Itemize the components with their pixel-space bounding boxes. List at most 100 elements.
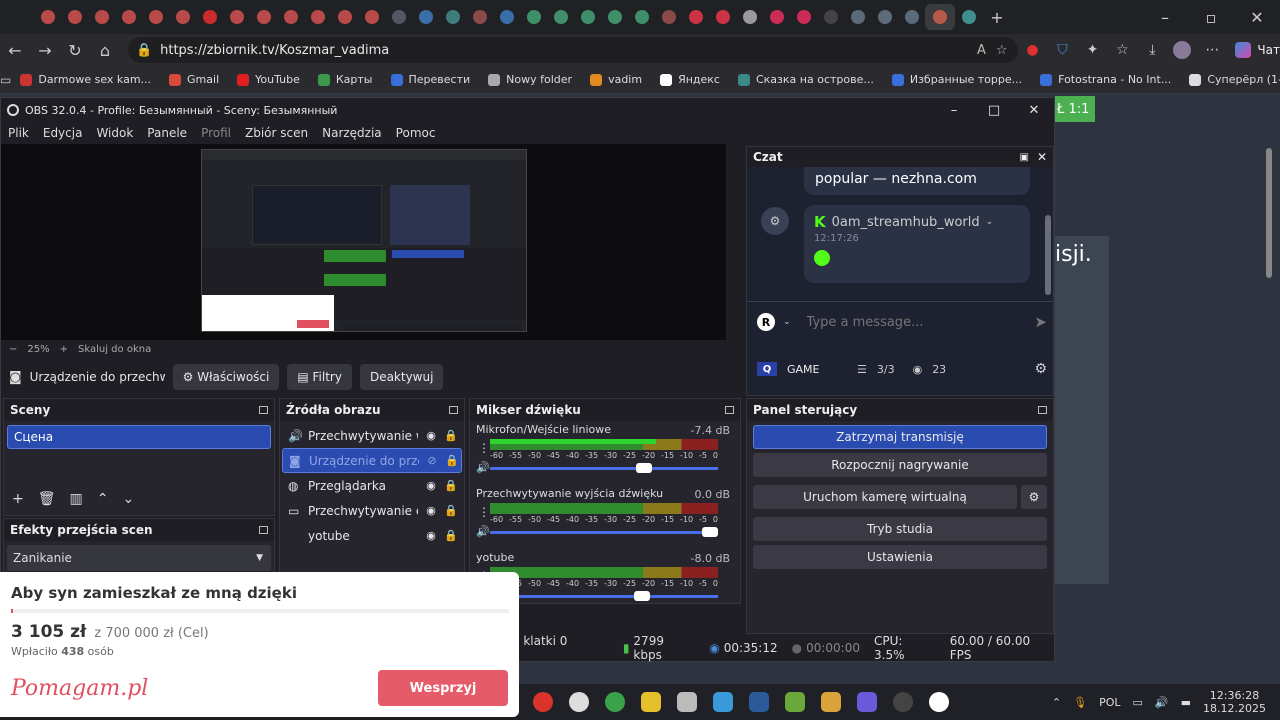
speaker-icon[interactable]: 🔊 <box>476 525 490 538</box>
browser-tab[interactable] <box>34 4 61 30</box>
lock-icon[interactable]: 🔒 <box>444 504 458 517</box>
bookmark-item[interactable]: Gmail <box>160 73 228 86</box>
browser-tab[interactable] <box>574 4 601 30</box>
bookmark-item[interactable]: Darmowe sex kam... <box>11 73 160 86</box>
lock-icon[interactable]: 🔒 <box>444 479 458 492</box>
remove-scene-button[interactable]: 🗑 <box>38 491 56 507</box>
yandex-browser-icon[interactable] <box>921 687 957 717</box>
scene-item[interactable]: Сцена <box>7 425 271 449</box>
fader-handle[interactable] <box>635 463 652 473</box>
fader-handle[interactable] <box>702 527 718 537</box>
virtual-camera-settings-gear-icon[interactable]: ⚙ <box>1021 485 1047 509</box>
menu-item[interactable]: Edycja <box>36 126 90 140</box>
scene-filters-button[interactable]: ▥ <box>70 491 83 507</box>
move-up-button[interactable]: ⌃ <box>97 491 109 507</box>
zoom-out-button[interactable]: − <box>9 344 17 355</box>
browser-tab[interactable] <box>358 4 385 30</box>
browser-tab[interactable] <box>844 4 871 30</box>
zoom-fit-label[interactable]: Skaluj do okna <box>78 344 151 355</box>
source-item[interactable]: ▭ Przechwytywanie ekra ◉ 🔒 <box>282 498 462 523</box>
support-button[interactable]: Wesprzyj <box>378 670 508 706</box>
bookmark-item[interactable]: Сказка на острове... <box>729 73 883 86</box>
browser-tab[interactable] <box>331 4 358 30</box>
forward-icon[interactable]: → <box>30 35 60 65</box>
channel-menu-icon[interactable]: ⋮ <box>478 505 490 519</box>
lock-icon[interactable]: 🔒 <box>445 454 459 467</box>
browser-tab[interactable] <box>763 4 790 30</box>
bookmark-item[interactable]: vadim <box>581 73 651 86</box>
settings-button[interactable]: Ustawienia <box>753 545 1047 569</box>
browser-tab[interactable] <box>196 4 223 30</box>
browser-tab[interactable] <box>250 4 277 30</box>
deactivate-button[interactable]: Deaktywuj <box>359 364 444 390</box>
menu-item[interactable]: Pomoc <box>389 126 443 140</box>
volume-fader[interactable] <box>490 463 718 473</box>
steam-icon[interactable] <box>741 687 777 717</box>
url-field[interactable]: 🔒 https://zbiornik.tv/Koszmar_vadima A ☆ <box>127 37 1018 63</box>
collections-icon[interactable]: ▭ <box>0 65 11 95</box>
bookmark-item[interactable]: Яндекс <box>651 73 729 86</box>
favorite-star-icon[interactable]: ☆ <box>996 43 1008 58</box>
bookmark-item[interactable]: Карты <box>309 73 382 86</box>
browser-tab[interactable] <box>955 4 982 30</box>
source-item[interactable]: ◙ Urządzenie do przech ⊘ 🔒 <box>282 448 462 473</box>
menu-item[interactable]: Widok <box>89 126 140 140</box>
box-app-icon[interactable] <box>669 687 705 717</box>
eye-icon[interactable]: ◉ <box>424 529 438 542</box>
browser-tab[interactable] <box>88 4 115 30</box>
tray-chevron-icon[interactable]: ⌃ <box>1052 696 1061 709</box>
volume-fader[interactable] <box>490 527 718 537</box>
browser-tab[interactable] <box>61 4 88 30</box>
browser-tab[interactable] <box>493 4 520 30</box>
browser-tab[interactable] <box>466 4 493 30</box>
browser-tab[interactable] <box>223 4 250 30</box>
volume-icon[interactable]: 🔊 <box>1155 696 1169 709</box>
app-icon[interactable] <box>561 687 597 717</box>
webpage-scrollbar[interactable] <box>1266 148 1272 278</box>
move-down-button[interactable]: ⌄ <box>122 491 134 507</box>
zoom-in-button[interactable]: + <box>60 344 68 355</box>
profile-avatar[interactable] <box>1167 41 1197 59</box>
browser-tab[interactable] <box>601 4 628 30</box>
properties-button[interactable]: ⚙ Właściwości <box>172 364 280 390</box>
stop-stream-button[interactable]: Zatrzymaj transmisję <box>753 425 1047 449</box>
star-app-icon[interactable] <box>633 687 669 717</box>
minimize-browser-button[interactable]: – <box>1142 2 1188 32</box>
maximize-browser-button[interactable]: ▫ <box>1188 2 1234 32</box>
photos-icon[interactable] <box>705 687 741 717</box>
new-tab-button[interactable]: + <box>982 2 1012 32</box>
close-icon[interactable]: ✕ <box>1037 150 1047 164</box>
browser-tab[interactable] <box>682 4 709 30</box>
chat-scrollbar[interactable] <box>1045 215 1051 295</box>
source-item[interactable]: yotube ◉ 🔒 <box>282 523 462 548</box>
studio-mode-button[interactable]: Tryb studia <box>753 517 1047 541</box>
browser-tab[interactable] <box>115 4 142 30</box>
eye-hidden-icon[interactable]: ⊘ <box>425 454 439 467</box>
browser-tab[interactable] <box>547 4 574 30</box>
bookmark-item[interactable]: Fotostrana - No Int... <box>1031 73 1180 86</box>
browser-tab[interactable] <box>817 4 844 30</box>
transition-select[interactable]: Zanikanie ▼ <box>7 545 271 571</box>
favorites-icon[interactable]: ☆ <box>1107 42 1137 58</box>
chat-settings-gear-icon[interactable]: ⚙ <box>1034 361 1047 377</box>
undock-icon[interactable] <box>259 406 268 414</box>
extensions-icon[interactable]: ✦ <box>1077 42 1107 58</box>
download-icon[interactable]: ⤓ <box>1137 42 1167 58</box>
eye-icon[interactable]: ◉ <box>424 504 438 517</box>
battery-icon[interactable]: ▬ <box>1181 696 1191 709</box>
network-icon[interactable]: ▭ <box>1133 696 1143 709</box>
channel-menu-icon[interactable]: ⋮ <box>478 441 490 455</box>
copilot-chat-button[interactable]: Чат <box>1235 42 1280 58</box>
chrome-icon[interactable] <box>597 687 633 717</box>
undock-icon[interactable] <box>259 526 268 534</box>
bookmark-item[interactable]: Избранные торре... <box>883 73 1031 86</box>
webpage-banner[interactable]: Ł 1:1 <box>1055 96 1095 122</box>
clock[interactable]: 12:36:28 18.12.2025 <box>1203 689 1266 715</box>
eye-icon[interactable]: ◉ <box>424 479 438 492</box>
browser-tab[interactable] <box>790 4 817 30</box>
menu-item[interactable]: Narzędzia <box>315 126 389 140</box>
media-icon[interactable] <box>813 687 849 717</box>
bookmark-item[interactable]: Перевести <box>382 73 480 86</box>
platform-avatar[interactable]: R <box>757 313 775 331</box>
browser-tab[interactable] <box>142 4 169 30</box>
